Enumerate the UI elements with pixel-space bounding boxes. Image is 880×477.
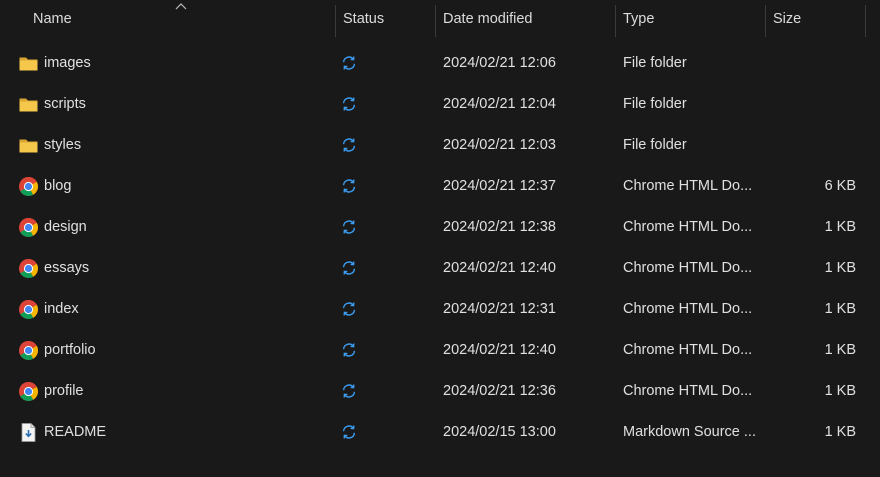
file-row[interactable]: scripts 2024/02/21 12:04 File folder xyxy=(0,84,868,125)
file-size: 6 KB xyxy=(824,178,856,194)
file-type: File folder xyxy=(623,137,687,153)
sync-icon xyxy=(341,96,357,112)
file-name: index xyxy=(44,301,79,317)
file-name: blog xyxy=(44,178,72,194)
file-row[interactable]: design 2024/02/21 12:38 Chrome HTML Do...… xyxy=(0,207,868,248)
file-date-modified: 2024/02/15 13:00 xyxy=(443,424,556,440)
file-date-modified: 2024/02/21 12:04 xyxy=(443,96,556,112)
sync-icon xyxy=(341,178,357,194)
file-date-modified: 2024/02/21 12:06 xyxy=(443,55,556,71)
column-header-type[interactable]: Type xyxy=(623,0,763,38)
file-type: Chrome HTML Do... xyxy=(623,260,753,276)
file-size: 1 KB xyxy=(824,260,856,276)
chrome-icon xyxy=(18,217,39,238)
chrome-icon xyxy=(18,340,39,361)
folder-icon xyxy=(18,135,39,156)
file-size: 1 KB xyxy=(824,424,856,440)
column-divider[interactable] xyxy=(615,5,616,37)
markdown-file-icon xyxy=(18,422,39,443)
file-type: Chrome HTML Do... xyxy=(623,301,753,317)
file-size xyxy=(780,84,856,125)
file-size: 1 KB xyxy=(824,383,856,399)
file-list: images 2024/02/21 12:06 File folder scrip… xyxy=(0,43,880,453)
sync-icon xyxy=(341,383,357,399)
file-size: 1 KB xyxy=(824,301,856,317)
column-divider[interactable] xyxy=(435,5,436,37)
file-date-modified: 2024/02/21 12:37 xyxy=(443,178,556,194)
chrome-icon xyxy=(18,381,39,402)
file-row[interactable]: styles 2024/02/21 12:03 File folder xyxy=(0,125,868,166)
file-row[interactable]: index 2024/02/21 12:31 Chrome HTML Do... 1… xyxy=(0,289,868,330)
column-header-status[interactable]: Status xyxy=(343,0,433,38)
file-date-modified: 2024/02/21 12:40 xyxy=(443,342,556,358)
sync-icon xyxy=(341,137,357,153)
file-row[interactable]: profile 2024/02/21 12:36 Chrome HTML Do..… xyxy=(0,371,868,412)
file-name: images xyxy=(44,55,91,71)
sync-icon xyxy=(341,55,357,71)
file-name: profile xyxy=(44,383,84,399)
file-type: Chrome HTML Do... xyxy=(623,383,753,399)
file-size: 1 KB xyxy=(824,342,856,358)
chrome-icon xyxy=(18,258,39,279)
file-size: 1 KB xyxy=(824,219,856,235)
file-name: README xyxy=(44,424,107,440)
file-size xyxy=(780,43,856,84)
folder-icon xyxy=(18,53,39,74)
column-divider[interactable] xyxy=(765,5,766,37)
column-header-size[interactable]: Size xyxy=(773,0,863,38)
sync-icon xyxy=(341,260,357,276)
file-row[interactable]: blog 2024/02/21 12:37 Chrome HTML Do... 6 … xyxy=(0,166,868,207)
file-row[interactable]: essays 2024/02/21 12:40 Chrome HTML Do...… xyxy=(0,248,868,289)
file-type: Chrome HTML Do... xyxy=(623,342,753,358)
column-divider[interactable] xyxy=(865,5,866,37)
file-date-modified: 2024/02/21 12:36 xyxy=(443,383,556,399)
file-date-modified: 2024/02/21 12:38 xyxy=(443,219,556,235)
column-header-date-modified[interactable]: Date modified xyxy=(443,0,613,38)
column-divider[interactable] xyxy=(335,5,336,37)
file-row[interactable]: images 2024/02/21 12:06 File folder xyxy=(0,43,868,84)
file-type: Markdown Source ... xyxy=(623,424,756,440)
sync-icon xyxy=(341,342,357,358)
column-header-bar: Name Status Date modified Type Size xyxy=(0,0,880,42)
file-date-modified: 2024/02/21 12:40 xyxy=(443,260,556,276)
file-type: Chrome HTML Do... xyxy=(623,219,753,235)
sync-icon xyxy=(341,301,357,317)
chrome-icon xyxy=(18,176,39,197)
file-row[interactable]: portfolio 2024/02/21 12:40 Chrome HTML Do… xyxy=(0,330,868,371)
file-size xyxy=(780,125,856,166)
column-header-name[interactable]: Name xyxy=(33,0,333,38)
file-type: Chrome HTML Do... xyxy=(623,178,753,194)
file-explorer-details-view: Name Status Date modified Type Size imag… xyxy=(0,0,880,477)
file-name: styles xyxy=(44,137,82,153)
file-row[interactable]: README 2024/02/15 13:00 Markdown Source .… xyxy=(0,412,868,453)
file-date-modified: 2024/02/21 12:03 xyxy=(443,137,556,153)
file-name: scripts xyxy=(44,96,86,112)
file-type: File folder xyxy=(623,55,687,71)
sync-icon xyxy=(341,424,357,440)
folder-icon xyxy=(18,94,39,115)
chrome-icon xyxy=(18,299,39,320)
sync-icon xyxy=(341,219,357,235)
file-type: File folder xyxy=(623,96,687,112)
file-name: essays xyxy=(44,260,90,276)
file-name: design xyxy=(44,219,87,235)
file-date-modified: 2024/02/21 12:31 xyxy=(443,301,556,317)
file-name: portfolio xyxy=(44,342,96,358)
